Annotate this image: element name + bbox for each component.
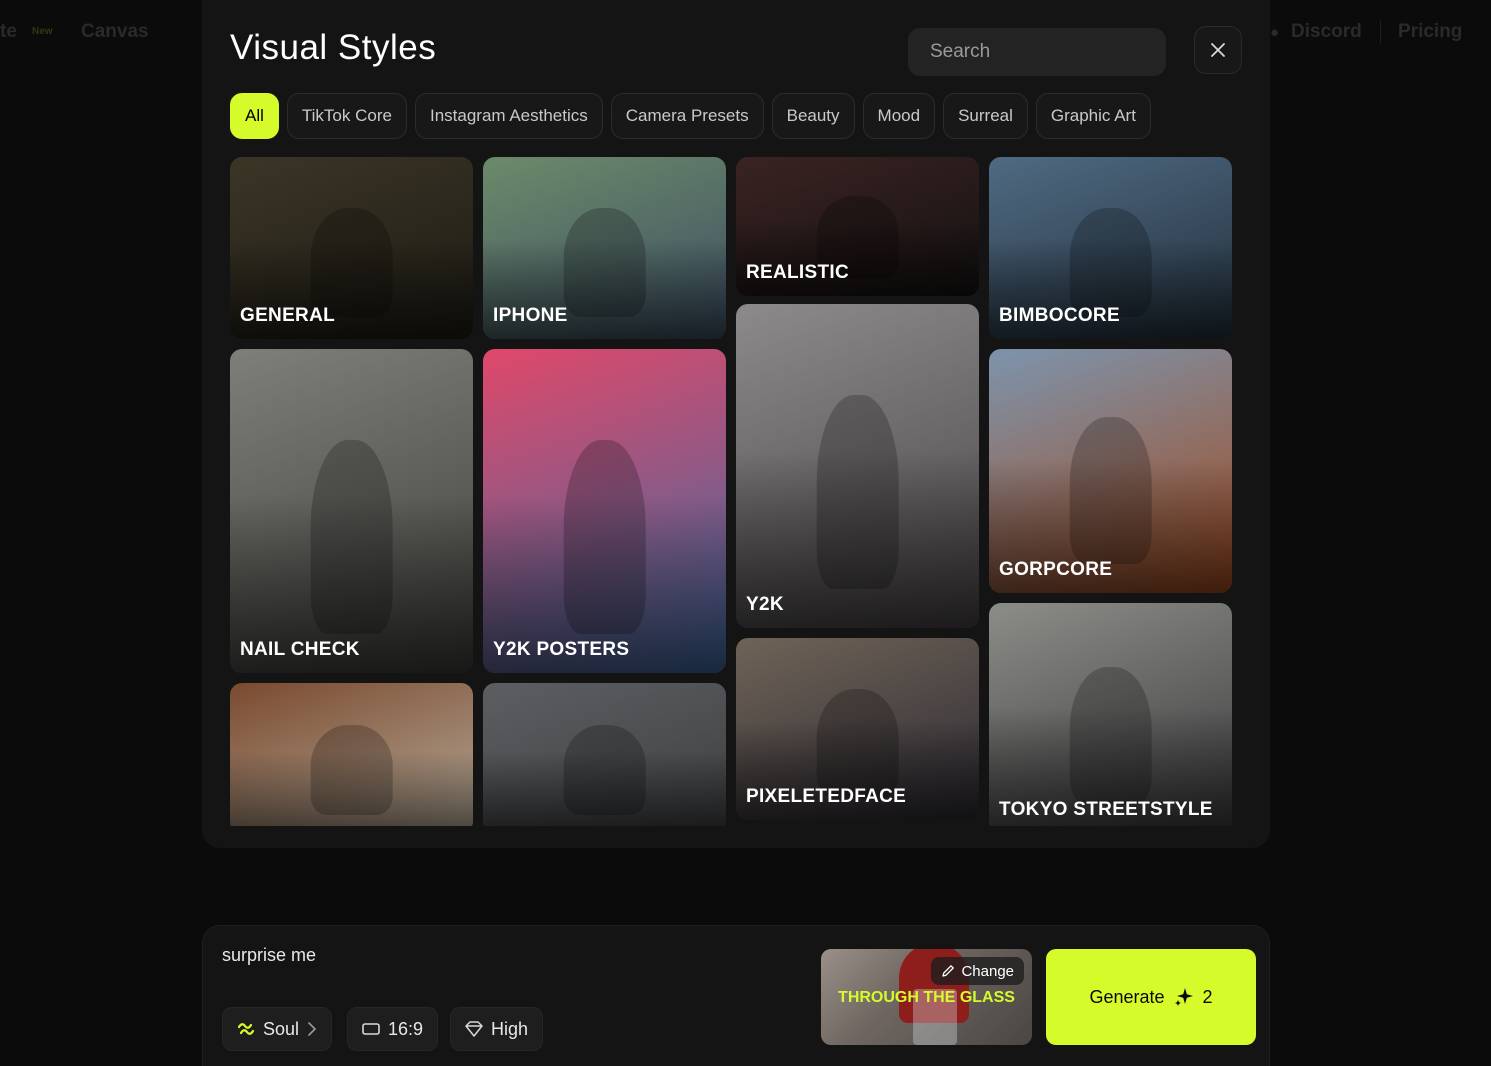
style-card-pixeletedface[interactable]: PIXELETEDFACE [736, 638, 979, 820]
filter-tab-all[interactable]: All [230, 93, 279, 139]
generate-cost: 2 [1202, 986, 1213, 1007]
filter-tab-mood[interactable]: Mood [862, 93, 936, 139]
nav-divider [1380, 20, 1381, 44]
style-card-label: REALISTIC [746, 262, 849, 283]
filter-tab-instagram-aesthetics[interactable]: Instagram Aesthetics [414, 93, 603, 139]
nav-pricing: Pricing [1398, 21, 1463, 42]
change-style-button[interactable]: Change [931, 957, 1024, 985]
filter-tab-beauty[interactable]: Beauty [771, 93, 855, 139]
filter-tab-tiktok-core[interactable]: TikTok Core [286, 93, 407, 139]
card-shade [230, 750, 473, 826]
style-card-label: PIXELETEDFACE [746, 786, 907, 807]
model-selector[interactable]: Soul [222, 1007, 333, 1051]
style-card-nail-check[interactable]: NAIL CHECK [230, 349, 473, 673]
aspect-ratio-selector[interactable]: 16:9 [347, 1007, 439, 1051]
style-card-label: IPHONE [493, 305, 568, 326]
nav-discord: Discord [1291, 21, 1362, 42]
style-card-label: GENERAL [240, 305, 335, 326]
styles-grid: GENERAL IPHONE REALISTIC BIMBOCORE NAIL CHEC… [230, 157, 1234, 826]
visual-styles-modal: Visual Styles AllTikTok CoreInstagram Ae… [202, 0, 1270, 848]
quality-label: High [491, 1018, 529, 1039]
style-card-label: TOKYO STREETSTYLE [999, 799, 1213, 820]
style-card-iphone[interactable]: IPHONE [483, 157, 726, 339]
selected-style-name: THROUGH THE GLASS [838, 989, 1015, 1006]
filter-tab-surreal[interactable]: Surreal [943, 93, 1028, 139]
model-label: Soul [263, 1018, 300, 1039]
change-label: Change [961, 962, 1014, 980]
discord-icon: ● [1270, 24, 1280, 41]
style-card-label: GORPCORE [999, 559, 1113, 580]
selected-style-preview[interactable]: THROUGH THE GLASS Change [821, 949, 1032, 1045]
style-card-y2k[interactable]: Y2K [736, 304, 979, 628]
filter-tab-camera-presets[interactable]: Camera Presets [610, 93, 764, 139]
diamond-icon [465, 1021, 483, 1037]
aspect-ratio-icon [362, 1023, 380, 1035]
close-icon [1211, 43, 1225, 57]
style-card-untitled-8[interactable] [230, 683, 473, 826]
nav-canvas: Canvas [81, 21, 149, 42]
generate-button[interactable]: Generate 2 [1046, 949, 1256, 1045]
close-button[interactable] [1194, 26, 1242, 74]
soul-model-icon [237, 1023, 255, 1035]
style-card-label: Y2K POSTERS [493, 639, 630, 660]
card-shade [483, 750, 726, 826]
prompt-input[interactable]: surprise me [222, 945, 316, 966]
sparkle-icon [1174, 988, 1193, 1006]
style-card-label: Y2K [746, 594, 784, 615]
style-card-y2k-posters[interactable]: Y2K POSTERS [483, 349, 726, 673]
quality-selector[interactable]: High [450, 1007, 544, 1051]
nav-partial-item: te [0, 21, 17, 42]
modal-title: Visual Styles [230, 28, 437, 67]
prompt-bar: surprise me Soul 16:9 High THROUGH THE G… [202, 925, 1270, 1066]
style-card-label: BIMBOCORE [999, 305, 1120, 326]
style-card-label: NAIL CHECK [240, 639, 360, 660]
filter-tabs: All TikTok Core Instagram Aesthetics Camera… [230, 93, 1151, 139]
style-card-untitled-9[interactable] [483, 683, 726, 826]
style-card-bimbocore[interactable]: BIMBOCORE [989, 157, 1232, 339]
chevron-right-icon [308, 1022, 317, 1036]
style-card-realistic[interactable]: REALISTIC [736, 157, 979, 296]
filter-tab-graphic-art[interactable]: Graphic Art [1035, 93, 1151, 139]
generate-label: Generate [1089, 986, 1165, 1007]
aspect-ratio-label: 16:9 [388, 1018, 424, 1039]
style-card-tokyo-streetstyle[interactable]: TOKYO STREETSTYLE [989, 603, 1232, 826]
search-input[interactable] [908, 28, 1166, 76]
style-card-gorpcore[interactable]: GORPCORE [989, 349, 1232, 593]
new-badge: New [32, 26, 53, 37]
card-shade [736, 219, 979, 296]
pencil-icon [942, 965, 955, 977]
style-card-general[interactable]: GENERAL [230, 157, 473, 339]
